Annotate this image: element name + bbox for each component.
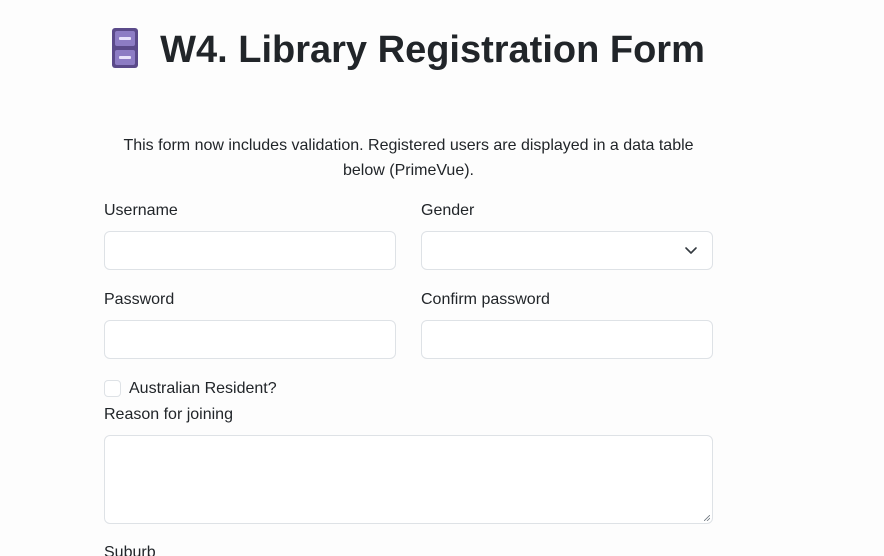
chevron-down-icon (685, 247, 697, 254)
username-label: Username (104, 202, 178, 219)
registration-page: W4. Library Registration Form This form … (0, 0, 884, 556)
password-input[interactable] (104, 320, 396, 359)
password-label: Password (104, 291, 175, 308)
confirm-password-label: Confirm password (421, 291, 550, 308)
file-cabinet-icon (112, 28, 139, 68)
resident-checkbox[interactable] (104, 380, 121, 397)
username-input[interactable] (104, 231, 396, 270)
confirm-password-input[interactable] (421, 320, 713, 359)
reason-textarea[interactable] (104, 435, 713, 524)
suburb-label: Suburb (104, 544, 156, 556)
page-description: This form now includes validation. Regis… (123, 137, 694, 179)
reason-label: Reason for joining (104, 406, 233, 423)
page-title: W4. Library Registration Form (104, 26, 713, 75)
resident-label[interactable]: Australian Resident? (129, 379, 277, 399)
resize-grip-icon[interactable] (704, 515, 710, 521)
gender-label: Gender (421, 202, 475, 219)
gender-select[interactable] (421, 231, 713, 270)
page-title-text: W4. Library Registration Form (160, 29, 705, 71)
